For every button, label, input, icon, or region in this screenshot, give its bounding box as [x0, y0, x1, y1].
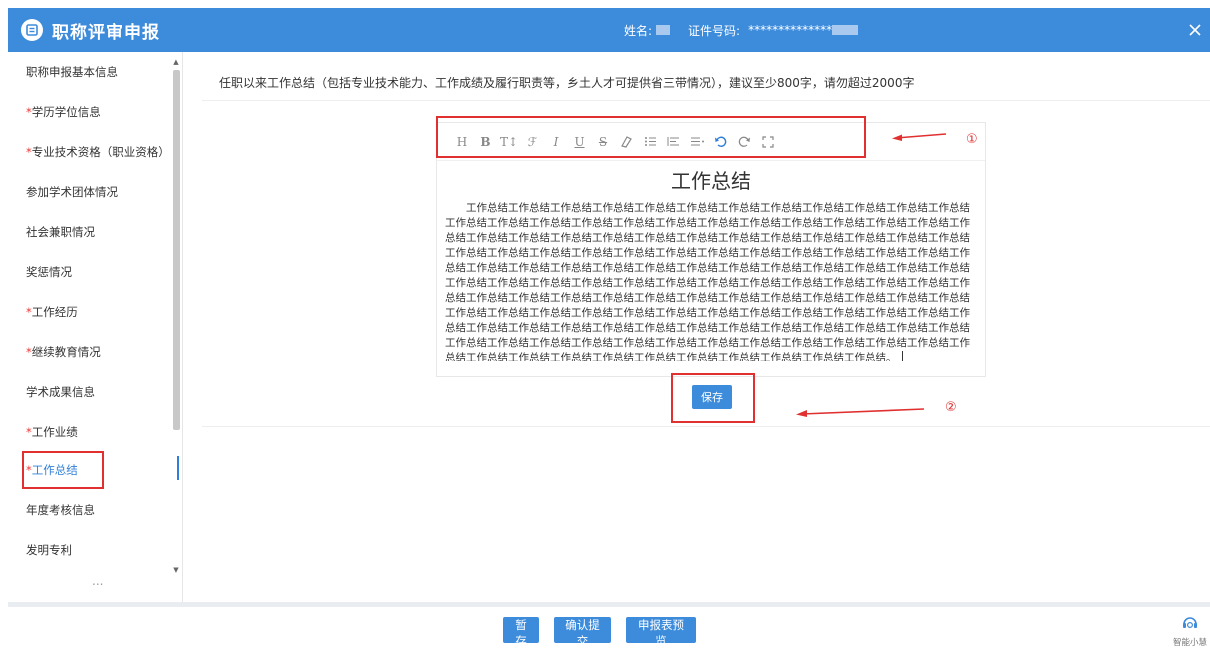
highlight-box-sidebar: [22, 451, 104, 489]
sidebar-item-label: 发明专利: [26, 543, 72, 557]
logo-icon: [21, 19, 43, 41]
sidebar-item-label: 工作业绩: [31, 425, 78, 439]
sidebar-item-label: 学术成果信息: [26, 385, 95, 399]
close-button[interactable]: [1184, 18, 1206, 42]
arrow-icon: [892, 133, 947, 141]
sidebar-item[interactable]: 职称申报基本信息: [26, 64, 118, 80]
document-body[interactable]: 工作总结工作总结工作总结工作总结工作总结工作总结工作总结工作总结工作总结工作总结…: [445, 201, 975, 361]
headset-icon: [1183, 617, 1197, 629]
sidebar-item-label: 继续教育情况: [31, 345, 101, 359]
highlight-box-toolbar: [436, 116, 866, 158]
sidebar-item[interactable]: 参加学术团体情况: [26, 184, 118, 200]
rich-text-editor[interactable]: H B T↕ ℱ I U S 工作总结 工作总结工作总结工作总结工作总结工作总结工作总结工作…: [436, 122, 986, 377]
sidebar-item-label: 工作经历: [31, 305, 78, 319]
sidebar-item-label: 参加学术团体情况: [26, 185, 118, 199]
id-label: 证件号码:: [688, 23, 741, 38]
document-title[interactable]: 工作总结: [437, 165, 985, 194]
highlight-box-save: [671, 373, 755, 423]
sidebar-item[interactable]: *工作经历: [26, 304, 78, 320]
instruction-text: 任职以来工作总结（包括专业技术能力、工作成绩及履行职责等，乡土人才可提供省三带情…: [219, 76, 915, 90]
sidebar-item-label: 年度考核信息: [26, 503, 95, 517]
sidebar-item[interactable]: 年度考核信息: [26, 502, 95, 518]
sidebar-scrollbar[interactable]: ▲ ▼: [172, 58, 180, 576]
id-value-masked: [832, 25, 859, 35]
active-indicator: [177, 456, 179, 480]
text-caret: [901, 351, 903, 361]
sidebar-item[interactable]: 社会兼职情况: [26, 224, 95, 240]
app-title: 职称评审申报: [52, 22, 160, 43]
assistant-label: 智能小慧: [1172, 638, 1207, 648]
arrow-icon: [796, 408, 925, 417]
temp-save-button[interactable]: 暂存: [503, 617, 539, 648]
user-info: 姓名: 证件号码: **************: [624, 8, 859, 52]
scroll-down-icon[interactable]: ▼: [172, 566, 180, 574]
divider: [202, 100, 1210, 101]
sidebar-item[interactable]: *继续教育情况: [26, 344, 101, 360]
sidebar-item-label: 奖惩情况: [26, 265, 72, 279]
sidebar-item-label: 学历学位信息: [31, 105, 101, 119]
preview-button[interactable]: 申报表预览: [626, 617, 696, 648]
assistant-button[interactable]: 智能小慧: [1172, 615, 1208, 648]
sidebar-item[interactable]: 发明专利: [26, 542, 72, 558]
footer-divider: [8, 602, 1210, 607]
sidebar-item-label: 专业技术资格（职业资格）: [31, 145, 170, 159]
close-icon: [1189, 24, 1201, 36]
sidebar-item[interactable]: *学历学位信息: [26, 104, 101, 120]
confirm-submit-button[interactable]: 确认提交: [554, 617, 611, 648]
scroll-thumb[interactable]: [173, 70, 180, 430]
sidebar-item-label: 职称申报基本信息: [26, 65, 118, 79]
sidebar-item[interactable]: 学术成果信息: [26, 384, 95, 400]
sidebar-item[interactable]: *工作业绩: [26, 424, 78, 440]
name-value-masked: [656, 25, 671, 35]
sidebar-item-label: 社会兼职情况: [26, 225, 95, 239]
name-label: 姓名:: [624, 23, 653, 38]
marker-1: ①: [966, 132, 978, 147]
document-text: 工作总结工作总结工作总结工作总结工作总结工作总结工作总结工作总结工作总结工作总结…: [445, 202, 970, 361]
sidebar-item[interactable]: *专业技术资格（职业资格）: [26, 144, 170, 160]
scroll-up-icon[interactable]: ▲: [172, 58, 180, 66]
app-header: 职称评审申报 姓名: 证件号码: **************: [8, 8, 1210, 52]
divider: [202, 426, 1210, 427]
sidebar: 职称申报基本信息 *学历学位信息 *专业技术资格（职业资格） 参加学术团体情况 社会兼职…: [8, 52, 183, 602]
sidebar-item[interactable]: 奖惩情况: [26, 264, 72, 280]
id-value: **************: [748, 23, 833, 37]
marker-2: ②: [945, 400, 957, 415]
sidebar-more: ...: [92, 574, 104, 588]
